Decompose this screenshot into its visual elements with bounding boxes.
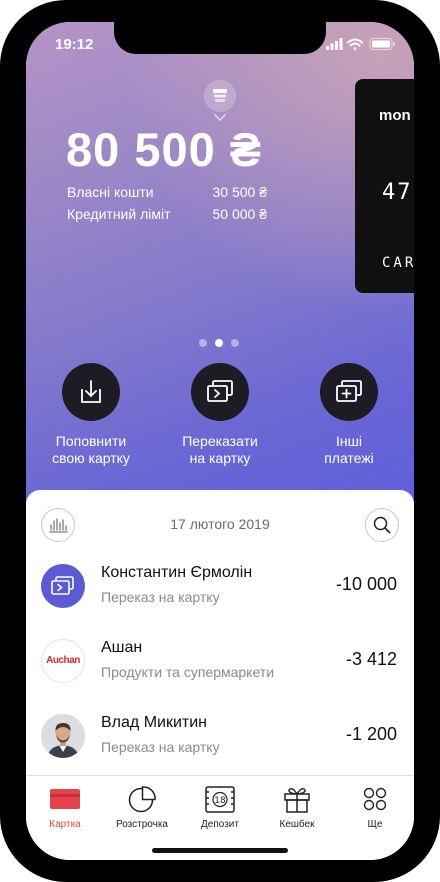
tab-installments[interactable]: Розстрочка — [103, 784, 181, 830]
balance-amount: 80 500 ₴ — [66, 123, 263, 176]
top-up-circle[interactable] — [62, 363, 120, 421]
person-avatar — [41, 714, 85, 758]
chevron-down-icon[interactable] — [214, 114, 226, 122]
top-up-card-button[interactable]: Поповнити свою картку — [36, 363, 146, 467]
tab-installments-label: Розстрочка — [115, 819, 168, 830]
device-notch — [114, 22, 326, 54]
tab-deposit[interactable]: 18 Депозит — [181, 784, 259, 830]
own-funds-label: Власні кошти — [67, 184, 154, 200]
search-button[interactable] — [365, 508, 399, 542]
volume-down-button — [0, 262, 2, 322]
transaction-name: Константин Єрмолін — [101, 564, 253, 581]
more-grid-icon — [358, 784, 392, 814]
transaction-amount: -1 200 — [345, 724, 397, 744]
page-dot-3[interactable] — [231, 339, 239, 347]
page-indicator[interactable] — [199, 339, 243, 349]
auchan-logo: Auchan — [41, 639, 85, 683]
transaction-category: Переказ на картку — [101, 589, 220, 605]
auchan-logo-text: Auchan — [46, 655, 80, 666]
card-type-text: CAR — [382, 255, 414, 271]
app-screen: 19:12 80 500 ₴ Власні кошти 30 500 ₴ Кре… — [26, 22, 414, 860]
transaction-category: Продукти та супермаркети — [101, 664, 275, 680]
wifi-icon — [347, 38, 363, 50]
tab-cashback-label: Кешбек — [279, 819, 315, 830]
other-payments-label: Інші платежі — [324, 433, 374, 466]
transaction-row[interactable]: Константин Єрмолін Переказ на картку -10… — [26, 564, 414, 634]
feed-date: 17 лютого 2019 — [170, 516, 270, 532]
cellular-signal-icon — [326, 38, 343, 50]
gift-icon — [280, 784, 314, 814]
card-transfer-icon — [51, 576, 74, 595]
transaction-name: Влад Микитин — [101, 714, 207, 731]
credit-limit-label: Кредитний ліміт — [67, 206, 171, 222]
status-time: 19:12 — [55, 36, 94, 53]
card-transfer-icon — [207, 380, 233, 402]
top-up-label: Поповнити свою картку — [52, 433, 130, 466]
transaction-category: Переказ на картку — [101, 739, 220, 755]
stacked-cards-icon[interactable] — [204, 80, 236, 112]
transfer-avatar — [41, 564, 85, 608]
page-dot-1[interactable] — [199, 339, 207, 347]
page-dot-2[interactable] — [215, 339, 223, 347]
download-tray-icon — [81, 380, 101, 403]
tab-more-label: Ще — [367, 819, 383, 830]
transaction-row[interactable]: Auchan Ашан Продукти та супермаркети -3 … — [26, 639, 414, 709]
person-photo-icon — [41, 714, 85, 758]
own-funds-value: 30 500 ₴ — [212, 184, 268, 200]
transaction-amount: -10 000 — [335, 574, 397, 594]
home-indicator[interactable] — [152, 848, 288, 853]
other-payments-circle[interactable] — [320, 363, 378, 421]
transfer-to-card-button[interactable]: Переказати на картку — [165, 363, 275, 467]
tab-cashback[interactable]: Кешбек — [258, 784, 336, 830]
transaction-row[interactable]: Влад Микитин Переказ на картку -1 200 — [26, 714, 414, 784]
card-number: 47 — [382, 180, 413, 205]
mute-switch — [0, 118, 2, 154]
card-icon — [48, 784, 82, 814]
status-icons — [326, 38, 395, 50]
tab-card[interactable]: Картка — [26, 784, 104, 830]
add-card-icon — [336, 380, 362, 402]
pie-chart-icon — [125, 784, 159, 814]
other-payments-button[interactable]: Інші платежі — [294, 363, 404, 467]
bank-card-preview[interactable]: mon 47 CAR — [355, 79, 414, 293]
deposit-icon: 18 — [203, 784, 237, 814]
battery-icon — [369, 38, 395, 50]
credit-limit-value: 50 000 ₴ — [212, 206, 268, 222]
search-icon — [373, 516, 391, 534]
transfer-label: Переказати на картку — [182, 433, 258, 466]
phone-frame: 19:12 80 500 ₴ Власні кошти 30 500 ₴ Кре… — [0, 0, 440, 882]
card-brand-text: mon — [379, 107, 411, 124]
volume-up-button — [0, 184, 2, 244]
tab-more[interactable]: Ще — [336, 784, 414, 830]
transaction-amount: -3 412 — [345, 649, 397, 669]
deposit-icon-text: 18 — [214, 796, 226, 806]
transaction-name: Ашан — [101, 639, 143, 656]
tab-deposit-label: Депозит — [201, 819, 239, 830]
tab-card-label: Картка — [49, 819, 81, 830]
transfer-circle[interactable] — [191, 363, 249, 421]
